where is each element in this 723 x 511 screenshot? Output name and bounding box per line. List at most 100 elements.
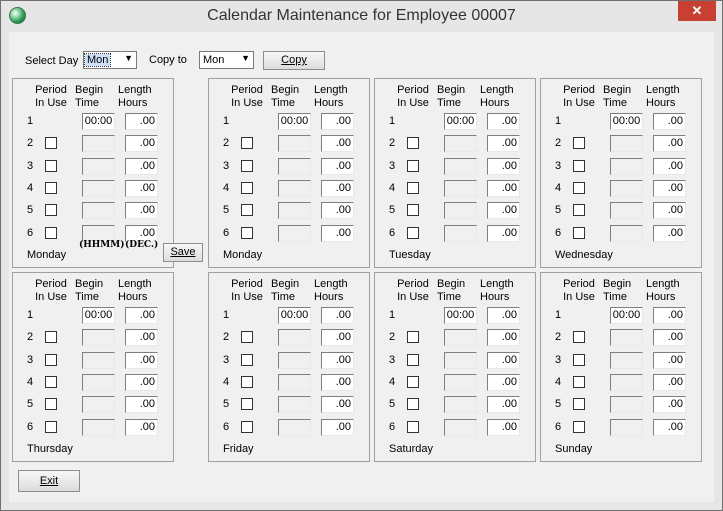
length-hours-field[interactable]: .00 <box>487 135 520 153</box>
begin-time-field[interactable] <box>444 351 477 369</box>
length-hours-field[interactable]: .00 <box>487 373 520 391</box>
length-hours-field[interactable]: .00 <box>321 157 354 175</box>
period-in-use-checkbox[interactable] <box>45 137 57 150</box>
length-hours-field[interactable]: .00 <box>487 351 520 369</box>
length-hours-field[interactable]: .00 <box>125 113 158 130</box>
exit-button[interactable]: Exit <box>18 470 80 492</box>
length-hours-field[interactable]: .00 <box>125 307 158 324</box>
begin-time-field[interactable] <box>610 179 643 197</box>
length-hours-field[interactable]: .00 <box>653 418 686 436</box>
begin-time-field[interactable]: 00:00 <box>278 307 311 324</box>
period-in-use-checkbox[interactable] <box>45 331 57 344</box>
begin-time-field[interactable] <box>82 329 115 347</box>
period-in-use-checkbox[interactable] <box>407 159 419 172</box>
period-in-use-checkbox[interactable] <box>45 375 57 388</box>
period-in-use-checkbox[interactable] <box>573 137 585 150</box>
period-in-use-checkbox[interactable] <box>241 331 253 344</box>
begin-time-field[interactable] <box>444 396 477 414</box>
period-in-use-checkbox[interactable] <box>241 204 253 217</box>
length-hours-field[interactable]: .00 <box>653 329 686 347</box>
close-button[interactable]: ✕ <box>678 1 716 21</box>
period-in-use-checkbox[interactable] <box>407 353 419 366</box>
begin-time-field[interactable] <box>82 179 115 197</box>
length-hours-field[interactable]: .00 <box>125 351 158 369</box>
length-hours-field[interactable]: .00 <box>125 224 158 242</box>
period-in-use-checkbox[interactable] <box>573 398 585 411</box>
begin-time-field[interactable] <box>610 396 643 414</box>
period-in-use-checkbox[interactable] <box>45 226 57 239</box>
begin-time-field[interactable] <box>610 351 643 369</box>
begin-time-field[interactable]: 00:00 <box>82 307 115 324</box>
begin-time-field[interactable] <box>610 157 643 175</box>
begin-time-field[interactable] <box>444 329 477 347</box>
begin-time-field[interactable] <box>278 224 311 242</box>
begin-time-field[interactable]: 00:00 <box>444 307 477 324</box>
begin-time-field[interactable] <box>82 202 115 220</box>
length-hours-field[interactable]: .00 <box>653 113 686 130</box>
length-hours-field[interactable]: .00 <box>487 224 520 242</box>
begin-time-field[interactable] <box>444 224 477 242</box>
length-hours-field[interactable]: .00 <box>487 396 520 414</box>
begin-time-field[interactable]: 00:00 <box>444 113 477 130</box>
begin-time-field[interactable] <box>82 135 115 153</box>
period-in-use-checkbox[interactable] <box>45 204 57 217</box>
begin-time-field[interactable]: 00:00 <box>610 113 643 130</box>
begin-time-field[interactable] <box>444 202 477 220</box>
length-hours-field[interactable]: .00 <box>125 329 158 347</box>
length-hours-field[interactable]: .00 <box>321 418 354 436</box>
period-in-use-checkbox[interactable] <box>241 137 253 150</box>
begin-time-field[interactable] <box>278 157 311 175</box>
length-hours-field[interactable]: .00 <box>321 351 354 369</box>
length-hours-field[interactable]: .00 <box>125 157 158 175</box>
begin-time-field[interactable] <box>82 396 115 414</box>
begin-time-field[interactable] <box>82 224 115 242</box>
period-in-use-checkbox[interactable] <box>407 226 419 239</box>
begin-time-field[interactable] <box>610 224 643 242</box>
begin-time-field[interactable] <box>278 373 311 391</box>
period-in-use-checkbox[interactable] <box>241 398 253 411</box>
length-hours-field[interactable]: .00 <box>125 418 158 436</box>
period-in-use-checkbox[interactable] <box>573 159 585 172</box>
begin-time-field[interactable] <box>82 157 115 175</box>
period-in-use-checkbox[interactable] <box>573 420 585 433</box>
period-in-use-checkbox[interactable] <box>573 375 585 388</box>
length-hours-field[interactable]: .00 <box>321 113 354 130</box>
begin-time-field[interactable] <box>610 135 643 153</box>
begin-time-field[interactable] <box>610 329 643 347</box>
length-hours-field[interactable]: .00 <box>653 202 686 220</box>
period-in-use-checkbox[interactable] <box>241 375 253 388</box>
length-hours-field[interactable]: .00 <box>321 135 354 153</box>
begin-time-field[interactable]: 00:00 <box>278 113 311 130</box>
period-in-use-checkbox[interactable] <box>241 181 253 194</box>
length-hours-field[interactable]: .00 <box>487 179 520 197</box>
begin-time-field[interactable] <box>278 329 311 347</box>
begin-time-field[interactable] <box>444 418 477 436</box>
length-hours-field[interactable]: .00 <box>653 396 686 414</box>
length-hours-field[interactable]: .00 <box>125 135 158 153</box>
length-hours-field[interactable]: .00 <box>653 157 686 175</box>
length-hours-field[interactable]: .00 <box>653 135 686 153</box>
period-in-use-checkbox[interactable] <box>241 226 253 239</box>
period-in-use-checkbox[interactable] <box>45 159 57 172</box>
begin-time-field[interactable] <box>278 418 311 436</box>
length-hours-field[interactable]: .00 <box>321 329 354 347</box>
begin-time-field[interactable]: 00:00 <box>82 113 115 130</box>
length-hours-field[interactable]: .00 <box>487 202 520 220</box>
length-hours-field[interactable]: .00 <box>653 179 686 197</box>
length-hours-field[interactable]: .00 <box>321 373 354 391</box>
length-hours-field[interactable]: .00 <box>321 179 354 197</box>
begin-time-field[interactable] <box>444 373 477 391</box>
begin-time-field[interactable] <box>444 135 477 153</box>
period-in-use-checkbox[interactable] <box>407 137 419 150</box>
copy-button[interactable]: Copy <box>263 51 325 70</box>
length-hours-field[interactable]: .00 <box>321 202 354 220</box>
period-in-use-checkbox[interactable] <box>573 181 585 194</box>
length-hours-field[interactable]: .00 <box>653 224 686 242</box>
period-in-use-checkbox[interactable] <box>45 181 57 194</box>
begin-time-field[interactable] <box>610 418 643 436</box>
period-in-use-checkbox[interactable] <box>573 226 585 239</box>
length-hours-field[interactable]: .00 <box>487 157 520 175</box>
period-in-use-checkbox[interactable] <box>407 331 419 344</box>
length-hours-field[interactable]: .00 <box>125 202 158 220</box>
length-hours-field[interactable]: .00 <box>487 113 520 130</box>
